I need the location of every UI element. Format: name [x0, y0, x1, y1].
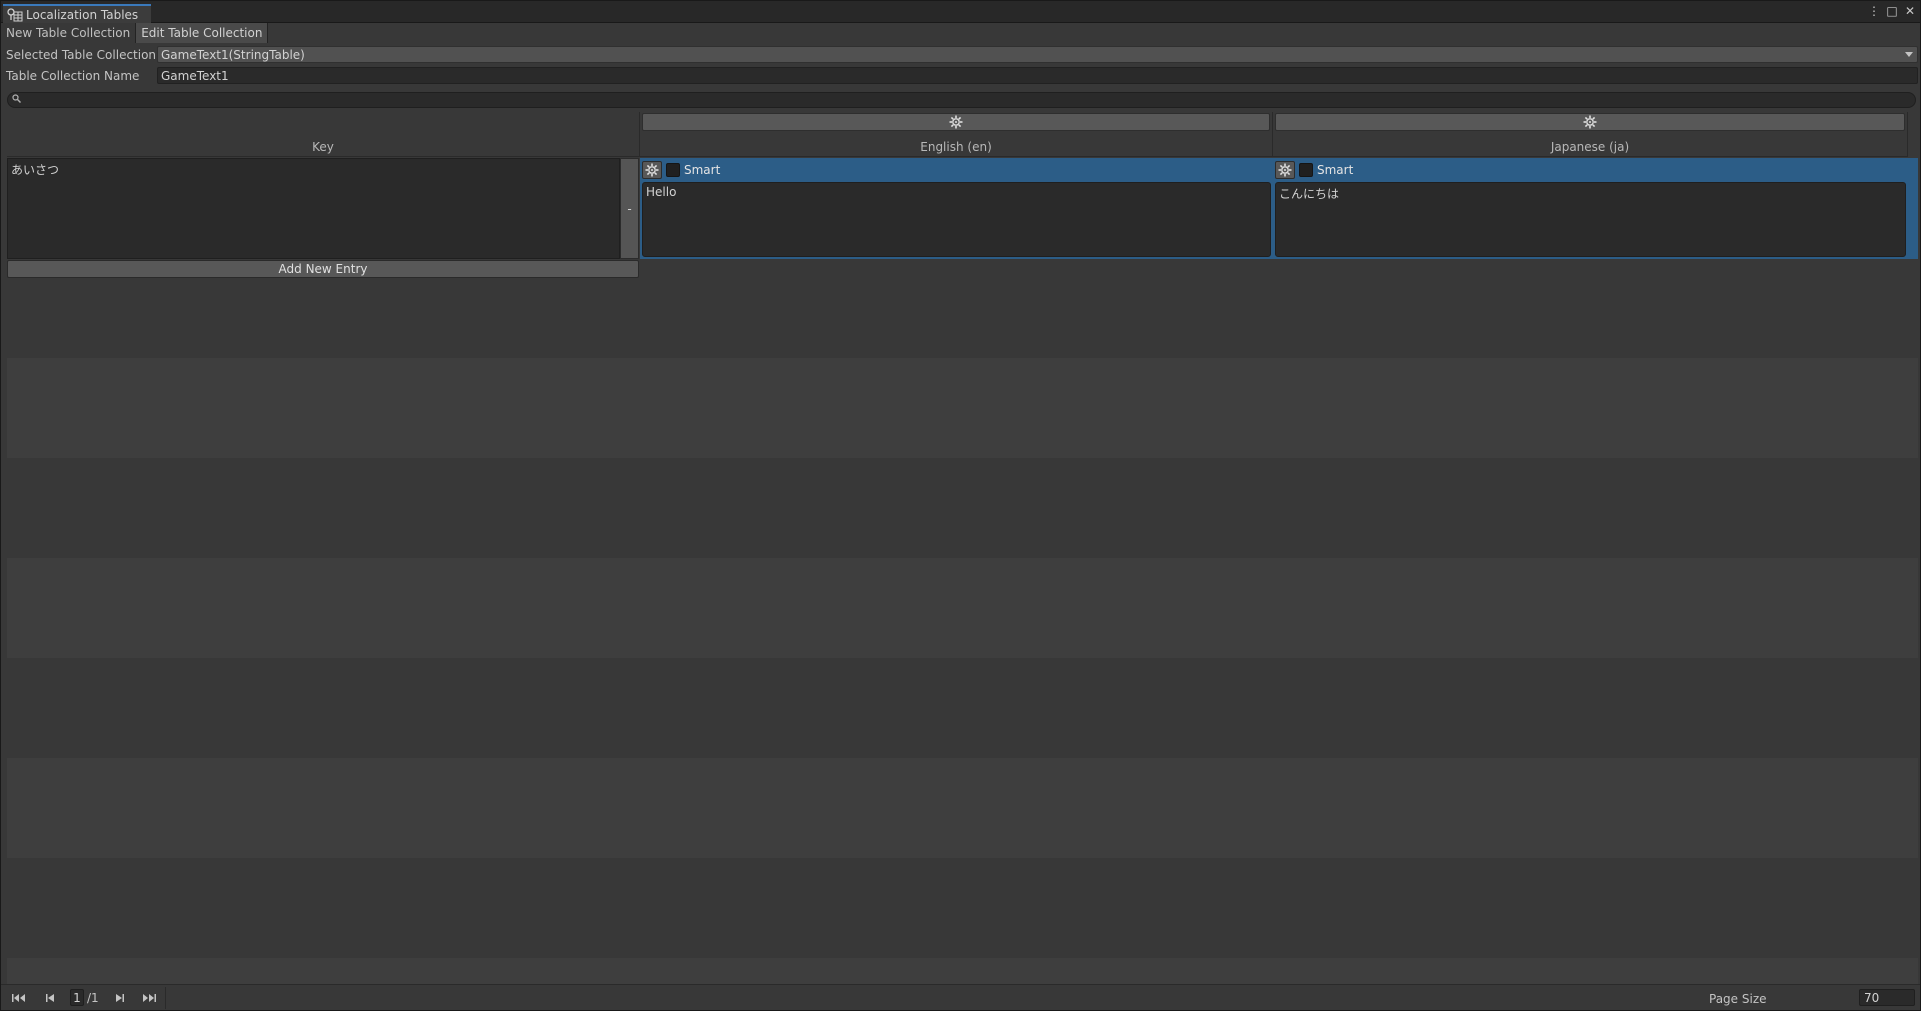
gear-icon	[1583, 115, 1597, 129]
english-cell: Smart Hello	[640, 158, 1273, 259]
localization-tables-window: Localization Tables ⋮ □ ✕ New Table Coll…	[0, 0, 1921, 1011]
next-page-icon	[116, 993, 124, 1002]
empty-row-stripe	[7, 358, 1918, 458]
table-row: Smart Hello Smart こんにちは	[640, 158, 1918, 259]
title-bar: Localization Tables ⋮ □ ✕	[1, 1, 1920, 23]
current-page-input[interactable]: 1	[70, 989, 84, 1006]
search-input[interactable]	[7, 92, 1916, 108]
key-input[interactable]: あいさつ	[7, 158, 620, 259]
column-header-japanese-label: Japanese (ja)	[1550, 140, 1630, 154]
column-header-key[interactable]: Key	[7, 112, 640, 157]
collection-name-input[interactable]: GameText1	[157, 67, 1918, 84]
collection-name-label: Table Collection Name	[6, 68, 140, 83]
dropdown-arrow-icon	[1905, 52, 1913, 57]
last-page-icon	[143, 993, 156, 1002]
first-page-icon	[12, 993, 25, 1002]
close-icon[interactable]: ✕	[1904, 4, 1916, 18]
smart-checkbox[interactable]	[1299, 163, 1313, 177]
last-page-button[interactable]	[137, 989, 161, 1006]
smart-label: Smart	[684, 163, 721, 177]
window-title: Localization Tables	[26, 7, 139, 22]
gear-icon	[645, 163, 659, 177]
more-options-icon[interactable]: ⋮	[1868, 4, 1880, 18]
column-header-japanese: Japanese (ja)	[1273, 112, 1908, 157]
tab-edit-table-collection[interactable]: Edit Table Collection	[136, 23, 269, 43]
column-header-english: English (en)	[640, 112, 1273, 157]
japanese-table-settings-button[interactable]	[1275, 113, 1905, 131]
english-value-input[interactable]: Hello	[642, 182, 1271, 257]
selected-collection-label: Selected Table Collection	[6, 47, 157, 62]
entry-metadata-button[interactable]	[1275, 161, 1295, 179]
window-tab[interactable]: Localization Tables	[3, 4, 151, 23]
footer-divider	[165, 987, 166, 1009]
entry-metadata-button[interactable]	[642, 161, 662, 179]
japanese-cell: Smart こんにちは	[1273, 158, 1908, 259]
selected-collection-dropdown[interactable]: GameText1(StringTable)	[157, 46, 1918, 63]
empty-row-stripe	[7, 758, 1918, 858]
page-size-input[interactable]: 70	[1859, 989, 1915, 1006]
toolbar-tabs: New Table Collection Edit Table Collecti…	[1, 23, 1920, 44]
first-page-button[interactable]	[7, 989, 31, 1006]
tab-new-table-collection[interactable]: New Table Collection	[1, 23, 137, 43]
column-header-key-label: Key	[312, 140, 334, 154]
previous-page-button[interactable]	[38, 989, 62, 1006]
localization-table: Key English (en) Japanese (ja) あいさつ - Sm…	[7, 112, 1918, 984]
smart-checkbox[interactable]	[666, 163, 680, 177]
english-table-settings-button[interactable]	[642, 113, 1270, 131]
search-icon	[12, 94, 21, 106]
collection-name-row: Table Collection Name GameText1	[1, 66, 1920, 85]
pagination-footer: 1 /1 Page Size 70	[1, 984, 1920, 1010]
gear-icon	[949, 115, 963, 129]
previous-page-icon	[46, 993, 54, 1002]
smart-label: Smart	[1317, 163, 1354, 177]
total-pages: /1	[87, 991, 99, 1005]
empty-row-stripe	[7, 958, 1918, 984]
selected-collection-value: GameText1(StringTable)	[161, 47, 305, 62]
page-size-label: Page Size	[1709, 992, 1767, 1006]
localization-table-icon	[7, 7, 23, 22]
gear-icon	[1278, 163, 1292, 177]
remove-entry-button[interactable]: -	[620, 158, 639, 259]
empty-row-stripe	[7, 558, 1918, 658]
add-new-entry-button[interactable]: Add New Entry	[7, 260, 639, 278]
maximize-icon[interactable]: □	[1886, 4, 1898, 18]
selected-collection-row: Selected Table Collection GameText1(Stri…	[1, 45, 1920, 64]
next-page-button[interactable]	[108, 989, 132, 1006]
japanese-value-input[interactable]: こんにちは	[1275, 182, 1906, 257]
column-header-english-label: English (en)	[920, 140, 992, 154]
